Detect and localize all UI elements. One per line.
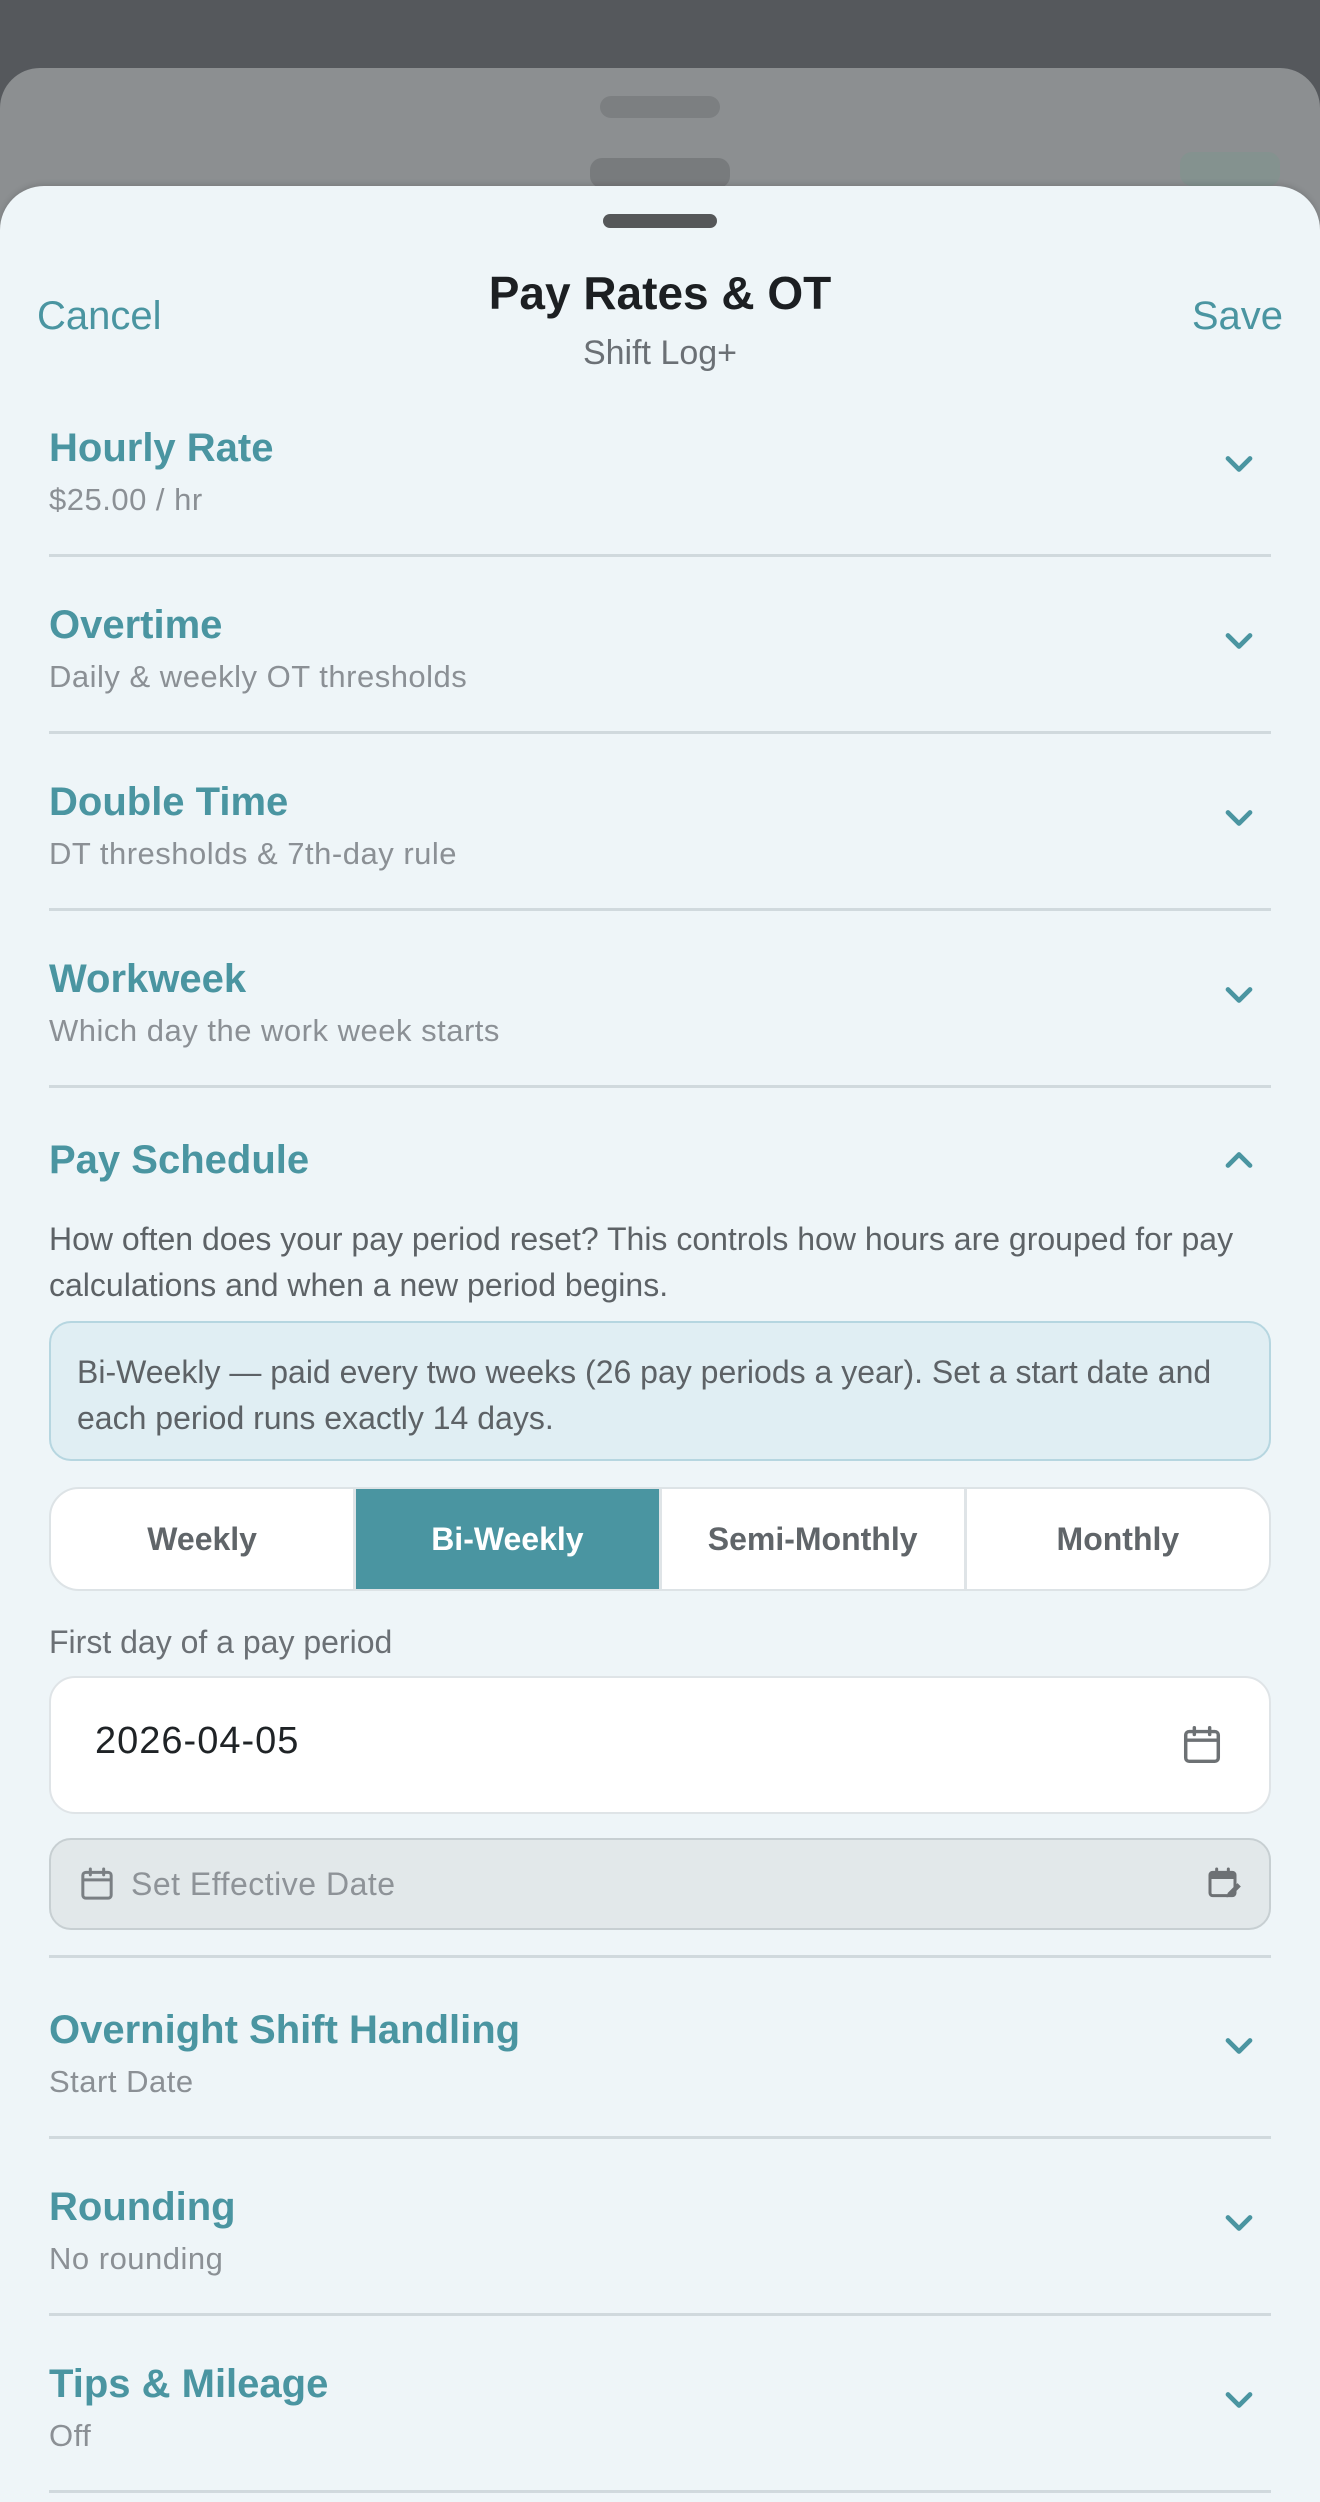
- segment-bi-weekly[interactable]: Bi-Weekly: [356, 1489, 662, 1589]
- section-subtitle: DT thresholds & 7th-day rule: [49, 836, 458, 871]
- section-subtitle: No rounding: [49, 2241, 224, 2276]
- save-button[interactable]: Save: [1192, 294, 1283, 339]
- sheet-subtitle: Shift Log+: [582, 334, 738, 372]
- pay-rates-sheet: Cancel Pay Rates & OT Shift Log+ Save Ho…: [0, 186, 1320, 2502]
- chevron-down-icon[interactable]: [1217, 619, 1261, 663]
- section-workweek[interactable]: Workweek Which day the work week starts: [49, 957, 1271, 1088]
- first-day-date-field[interactable]: 2026-04-05: [49, 1676, 1271, 1814]
- section-subtitle: Off: [49, 2418, 92, 2453]
- effective-date-button[interactable]: Set Effective Date: [49, 1838, 1271, 1930]
- chevron-down-icon[interactable]: [1217, 2201, 1261, 2245]
- pay-schedule-description: How often does your pay period reset? Th…: [49, 1221, 1234, 1303]
- background-blurred-button: [1180, 152, 1280, 186]
- section-overnight-shift-handling[interactable]: Overnight Shift Handling Start Date: [49, 2008, 1271, 2139]
- section-title-pay-schedule[interactable]: Pay Schedule: [49, 1138, 309, 1183]
- section-overtime[interactable]: Overtime Daily & weekly OT thresholds: [49, 603, 1271, 734]
- chevron-down-icon[interactable]: [1217, 796, 1261, 840]
- section-rounding[interactable]: Rounding No rounding: [49, 2185, 1271, 2316]
- section-subtitle: Start Date: [49, 2064, 194, 2099]
- section-title: Overnight Shift Handling: [49, 2008, 521, 2052]
- chevron-up-icon[interactable]: [1217, 1138, 1261, 1182]
- section-hourly-rate[interactable]: Hourly Rate $25.00 / hr: [49, 426, 1271, 557]
- chevron-down-icon[interactable]: [1217, 2024, 1261, 2068]
- sheet-grabber[interactable]: [603, 214, 717, 228]
- section-tips-mileage[interactable]: Tips & Mileage Off: [49, 2362, 1271, 2493]
- background-blurred-title: [590, 158, 730, 188]
- section-title: Double Time: [49, 780, 289, 824]
- calendar-icon[interactable]: [1179, 1722, 1225, 1768]
- section-subtitle: Daily & weekly OT thresholds: [49, 659, 468, 694]
- pay-schedule-info-box: Bi-Weekly — paid every two weeks (26 pay…: [49, 1321, 1271, 1461]
- section-subtitle: Which day the work week starts: [49, 1013, 500, 1048]
- section-divider: [49, 1955, 1271, 1958]
- chevron-down-icon[interactable]: [1217, 2378, 1261, 2422]
- section-title: Tips & Mileage: [49, 2362, 329, 2406]
- section-title: Workweek: [49, 957, 247, 1001]
- section-subtitle: $25.00 / hr: [49, 482, 203, 517]
- chevron-down-icon[interactable]: [1217, 973, 1261, 1017]
- calendar-icon: [77, 1864, 117, 1904]
- section-title: Overtime: [49, 603, 223, 647]
- pay-frequency-segmented-control[interactable]: Weekly Bi-Weekly Semi-Monthly Monthly: [49, 1487, 1271, 1591]
- effective-date-placeholder: Set Effective Date: [131, 1866, 396, 1902]
- section-title: Hourly Rate: [49, 426, 274, 470]
- segment-monthly[interactable]: Monthly: [967, 1489, 1269, 1589]
- sheet-title: Pay Rates & OT: [488, 267, 832, 319]
- section-double-time[interactable]: Double Time DT thresholds & 7th-day rule: [49, 780, 1271, 911]
- background-blurred-label: [600, 96, 720, 118]
- segment-weekly[interactable]: Weekly: [51, 1489, 357, 1589]
- first-day-label: First day of a pay period: [49, 1624, 393, 1660]
- section-title: Rounding: [49, 2185, 236, 2229]
- chevron-down-icon[interactable]: [1217, 442, 1261, 486]
- calendar-edit-icon[interactable]: [1205, 1864, 1245, 1904]
- first-day-date-value: 2026-04-05: [95, 1720, 300, 1762]
- segment-semi-monthly[interactable]: Semi-Monthly: [662, 1489, 967, 1589]
